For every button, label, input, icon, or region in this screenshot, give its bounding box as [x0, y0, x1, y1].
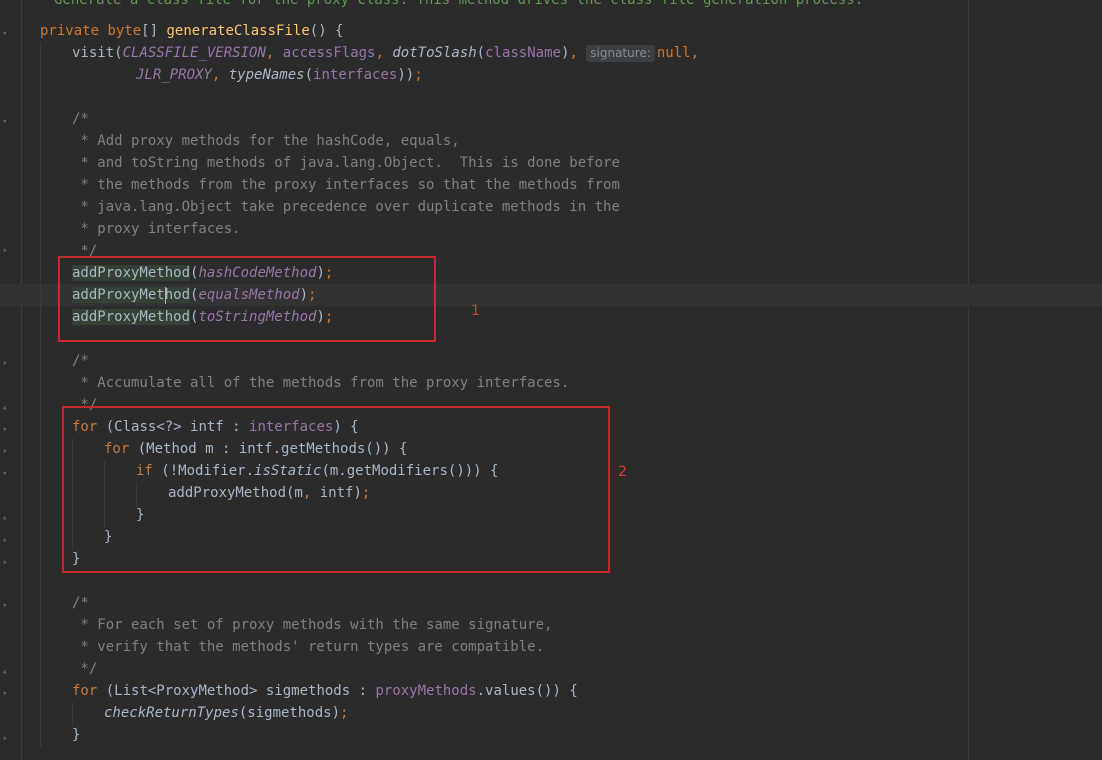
comment-line: */: [72, 661, 98, 677]
fold-marker-icon[interactable]: ▴: [2, 558, 10, 567]
editor-gutter: [0, 0, 22, 760]
fold-marker-icon[interactable]: ▴: [2, 536, 10, 545]
fold-marker-icon[interactable]: ▾: [2, 602, 10, 611]
comment-line: * java.lang.Object take precedence over …: [72, 199, 620, 215]
fold-marker-icon[interactable]: ▾: [2, 690, 10, 699]
fold-marker-icon[interactable]: ▴: [2, 734, 10, 743]
fold-marker-icon[interactable]: ▴: [2, 404, 10, 413]
fold-marker-icon[interactable]: ▴: [2, 514, 10, 523]
comment-line: /*: [72, 595, 89, 611]
closing-brace: }: [72, 727, 81, 743]
comment-line: * Accumulate all of the methods from the…: [72, 375, 570, 391]
indent-guide: [40, 42, 41, 748]
comment-line: * Add proxy methods for the hashCode, eq…: [72, 133, 460, 149]
fold-marker-icon[interactable]: ▾: [2, 470, 10, 479]
comment-line: * and toString methods of java.lang.Obje…: [72, 155, 620, 171]
comment-line: /*: [72, 353, 89, 369]
check-return-types-line: checkReturnTypes(sigmethods);: [104, 705, 349, 721]
gutter-divider: [21, 0, 22, 760]
comment-line: * verify that the methods' return types …: [72, 639, 545, 655]
visit-call-line-1: visit(CLASSFILE_VERSION, accessFlags, do…: [72, 45, 699, 62]
fold-marker-icon[interactable]: ▾: [2, 118, 10, 127]
doc-comment-line: Generate a class file for the proxy clas…: [54, 0, 864, 8]
annotation-label-2: 2: [618, 464, 627, 480]
indent-guide: [72, 702, 73, 726]
method-signature-line: private byte[] generateClassFile() {: [40, 23, 344, 39]
annotation-label-1: 1: [471, 303, 480, 319]
parameter-hint: signature:: [586, 45, 655, 62]
comment-line: /*: [72, 111, 89, 127]
annotation-box-2: [62, 406, 610, 573]
fold-marker-icon[interactable]: ▾: [2, 426, 10, 435]
fold-marker-icon[interactable]: ▴: [2, 668, 10, 677]
fold-marker-icon[interactable]: ▾: [2, 30, 10, 39]
fold-marker-icon[interactable]: ▾: [2, 448, 10, 457]
for-loop-sigmethods-line: for (List<ProxyMethod> sigmethods : prox…: [72, 683, 578, 699]
fold-marker-icon[interactable]: ▾: [2, 360, 10, 369]
comment-line: * For each set of proxy methods with the…: [72, 617, 553, 633]
visit-call-line-2: JLR_PROXY, typeNames(interfaces));: [136, 67, 423, 83]
right-margin-guide: [968, 0, 969, 760]
comment-line: * the methods from the proxy interfaces …: [72, 177, 620, 193]
comment-line: * proxy interfaces.: [72, 221, 241, 237]
annotation-box-1: [58, 256, 436, 342]
fold-marker-icon[interactable]: ▴: [2, 246, 10, 255]
